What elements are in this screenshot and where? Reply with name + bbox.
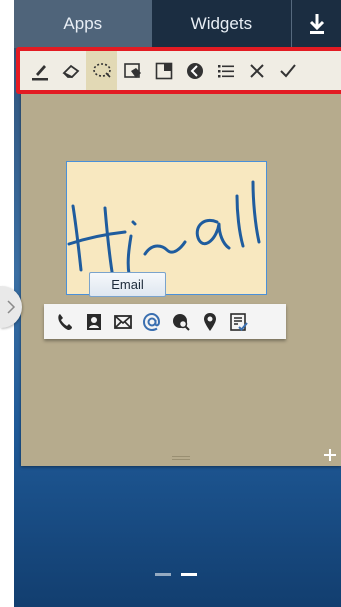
close-icon	[249, 63, 264, 78]
message-icon	[113, 314, 132, 329]
collapse-button[interactable]	[179, 51, 210, 90]
browser-search-icon	[172, 313, 190, 331]
menu-button[interactable]	[210, 51, 241, 90]
tab-apps-label: Apps	[63, 14, 103, 33]
download-icon	[309, 14, 324, 34]
email-tooltip: Email	[89, 272, 166, 297]
chevron-right-icon	[7, 300, 16, 314]
resize-window-icon	[155, 62, 172, 79]
tab-widgets[interactable]: Widgets	[151, 0, 292, 48]
menu-icon	[217, 64, 234, 77]
email-button[interactable]	[137, 304, 166, 339]
tab-apps[interactable]: Apps	[14, 0, 152, 48]
done-check-icon	[279, 63, 296, 77]
message-button[interactable]	[108, 304, 137, 339]
link-action-bar	[44, 304, 286, 339]
pen-button[interactable]	[24, 51, 55, 90]
resize-grip[interactable]	[172, 456, 190, 460]
collapse-icon	[186, 62, 203, 79]
map-button[interactable]	[195, 304, 224, 339]
email-tooltip-label: Email	[111, 277, 144, 292]
page-dot-current[interactable]	[181, 573, 197, 576]
email-icon	[142, 312, 160, 331]
phone-icon	[57, 313, 72, 330]
eraser-icon	[61, 64, 79, 78]
phone-button[interactable]	[50, 304, 79, 339]
lasso-select-icon	[92, 62, 111, 78]
task-button[interactable]	[224, 304, 253, 339]
close-button[interactable]	[241, 51, 272, 90]
tab-widgets-label: Widgets	[190, 14, 253, 33]
drawer-tab-bar: Apps Widgets	[14, 0, 341, 48]
eraser-button[interactable]	[55, 51, 86, 90]
resize-window-button[interactable]	[148, 51, 179, 90]
done-button[interactable]	[272, 51, 303, 90]
contact-button[interactable]	[79, 304, 108, 339]
plus-icon[interactable]	[319, 444, 341, 466]
lasso-select-button[interactable]	[86, 51, 117, 90]
background-color-icon	[123, 62, 141, 78]
background-color-button[interactable]	[117, 51, 148, 90]
page-indicator	[155, 573, 197, 576]
memo-toolbar	[20, 51, 341, 90]
task-icon	[229, 312, 248, 331]
pen-icon	[31, 64, 48, 80]
page-dot[interactable]	[155, 573, 171, 576]
download-button[interactable]	[291, 0, 341, 48]
map-pin-icon	[203, 312, 216, 331]
browser-search-button[interactable]	[166, 304, 195, 339]
contact-icon	[86, 313, 101, 330]
